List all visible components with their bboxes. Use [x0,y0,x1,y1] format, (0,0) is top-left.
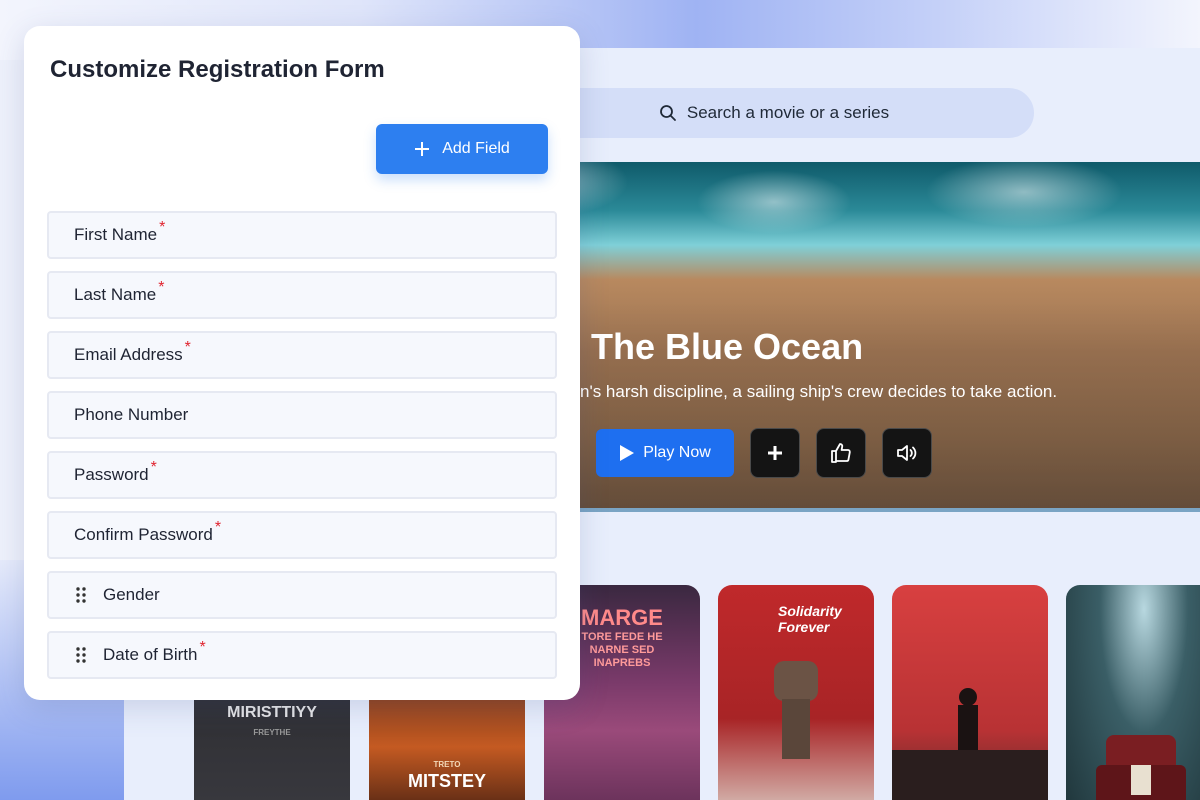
field-label: Password [74,465,149,484]
drag-handle-icon[interactable] [67,646,95,664]
field-label: Confirm Password [74,525,213,544]
thumbs-up-icon [831,443,851,463]
volume-button[interactable] [882,428,932,478]
poster-card[interactable] [1066,585,1200,800]
plus-icon [768,446,782,460]
field-label: First Name [74,225,158,244]
poster-title: MITSTEY [407,771,486,791]
search-placeholder: Search a movie or a series [686,103,890,122]
add-to-list-button[interactable] [750,428,800,478]
form-field-password[interactable]: Password * [47,451,557,499]
field-label: Email Address [74,345,183,364]
play-now-button[interactable]: Play Now [596,429,734,477]
poster-card[interactable]: Solidarity Forever [718,585,874,800]
required-marker: * [159,219,166,236]
form-field-confirm-password[interactable]: Confirm Password * [47,511,557,559]
form-field-gender[interactable]: Gender [47,571,557,619]
poster-card[interactable] [892,585,1048,800]
raised-fist-image [774,661,818,759]
required-marker: * [150,459,157,476]
play-now-label: Play Now [643,444,711,461]
field-label: Date of Birth [103,645,198,664]
required-marker: * [158,279,165,296]
add-field-button[interactable]: Add Field [376,124,548,174]
crowd-silhouette-image [892,688,1048,800]
play-icon [620,445,635,461]
required-marker: * [184,339,191,356]
hero-title: The Blue Ocean [591,326,864,367]
poster-title: MIRISTTIYY [227,704,317,721]
required-marker: * [199,639,206,656]
add-field-label: Add Field [442,140,510,157]
field-label: Gender [103,585,160,604]
plus-icon [415,142,430,156]
form-field-first-name[interactable]: First Name * [47,211,557,259]
form-field-last-name[interactable]: Last Name * [47,271,557,319]
registration-form-panel: Customize Registration Form Add Field Fi… [24,26,580,700]
drag-handle-icon[interactable] [67,586,95,604]
hero-actions: Play Now [596,428,932,478]
volume-icon [897,445,917,461]
field-label: Last Name [74,285,157,304]
panel-title: Customize Registration Form [50,56,385,83]
search-bar[interactable]: Search a movie or a series [514,88,1034,138]
cinema-seat-image [1096,735,1186,800]
form-field-email-address[interactable]: Email Address * [47,331,557,379]
search-icon [659,105,676,121]
hero-description: n's harsh discipline, a sailing ship's c… [580,382,1058,401]
field-label: Phone Number [74,405,189,424]
poster-title: Solidarity Forever [778,603,842,635]
form-field-date-of-birth[interactable]: Date of Birth * [47,631,557,679]
required-marker: * [214,519,222,536]
poster-subtitle: FREYTHE [253,728,291,737]
poster-subtitle: TRETO [433,760,461,769]
form-field-phone-number[interactable]: Phone Number [47,391,557,439]
like-button[interactable] [816,428,866,478]
